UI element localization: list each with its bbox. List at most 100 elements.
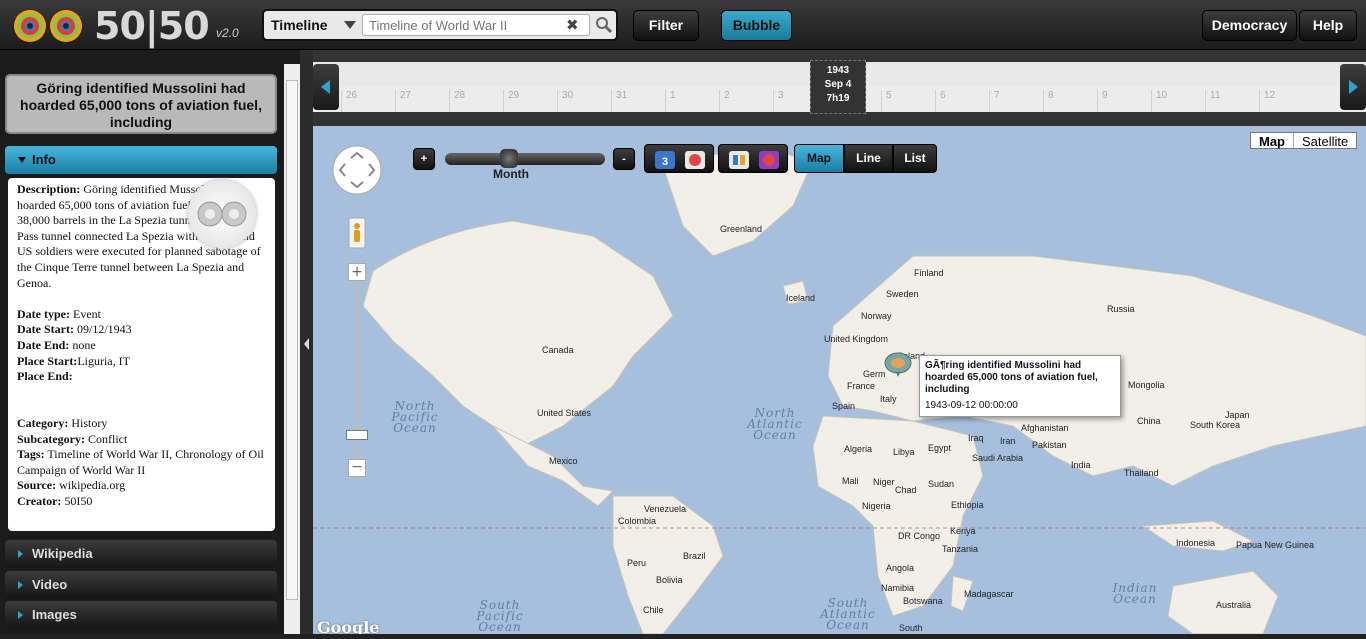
timeline-current-marker[interactable]: 1943 Sep 4 7h19 xyxy=(810,60,866,114)
category-select[interactable]: Timeline xyxy=(266,13,360,37)
zoom-out-icon[interactable]: − xyxy=(348,459,366,477)
pegman-icon[interactable] xyxy=(348,217,366,249)
bubble-button[interactable]: Bubble xyxy=(721,10,792,41)
accordion-wikipedia-label: Wikipedia xyxy=(32,546,93,561)
map-type-satellite[interactable]: Satellite xyxy=(1293,133,1356,149)
date-end-label: Date End: xyxy=(17,337,70,352)
category-row: Category: History xyxy=(17,416,266,432)
expand-arrow-icon xyxy=(18,581,23,589)
panel-scrollbar[interactable] xyxy=(284,64,300,634)
logo-text: 50|50 xyxy=(94,4,210,48)
panel-resize-handle[interactable] xyxy=(300,50,313,634)
accordion-video[interactable]: Video xyxy=(5,571,277,599)
search-bar: Timeline ✖ xyxy=(262,9,618,41)
timeline-tick: 29 xyxy=(503,90,557,112)
country-label: Canada xyxy=(542,345,574,355)
timescale-zoom-in-button[interactable]: + xyxy=(413,148,435,170)
timeline-tick: 12 xyxy=(1259,90,1313,112)
country-label: Iceland xyxy=(786,293,816,303)
country-label: United States xyxy=(537,408,592,418)
tags-row: Tags: Timeline of World War II, Chronolo… xyxy=(17,447,266,478)
accordion-info[interactable]: Info xyxy=(5,146,277,174)
zoom-slider[interactable]: + − xyxy=(346,263,368,477)
democracy-button[interactable]: Democracy xyxy=(1202,10,1297,41)
tags-label: Tags: xyxy=(17,447,45,462)
filter-button[interactable]: Filter xyxy=(633,10,699,41)
accordion-wikipedia[interactable]: Wikipedia xyxy=(5,540,277,568)
map-type-map[interactable]: Map xyxy=(1251,133,1293,149)
date-start-value: 09/12/1943 xyxy=(76,322,132,337)
timescale-slider-thumb[interactable] xyxy=(500,149,518,168)
timeline-tick: 11 xyxy=(1205,90,1259,112)
timeline-tick: 5 xyxy=(881,90,935,112)
country-label: India xyxy=(1071,460,1091,470)
clear-icon[interactable]: ✖ xyxy=(566,16,579,34)
place-start-row: Place Start:Liguria, IT xyxy=(17,354,266,370)
country-label: DR Congo xyxy=(898,531,941,541)
country-label: Spain xyxy=(832,401,856,411)
event-popup[interactable]: GÃ¶ring identified Mussolini had hoarded… xyxy=(919,355,1121,417)
view-list-button[interactable]: List xyxy=(893,144,937,173)
event-detail-panel: Göring identified Mussolini had hoarded … xyxy=(0,50,300,634)
country-label: Peru xyxy=(627,558,647,568)
zoom-in-icon[interactable]: + xyxy=(348,263,366,281)
timeline-tick: 9 xyxy=(1097,90,1151,112)
country-label: United Kingdom xyxy=(824,334,889,344)
country-label: Mexico xyxy=(549,456,578,466)
share-icons: 3 xyxy=(655,151,705,169)
country-label: Afghanistan xyxy=(1021,423,1069,433)
arrow-left-icon xyxy=(321,80,330,94)
country-label: Mali xyxy=(842,476,859,486)
country-label: Japan xyxy=(1225,410,1250,420)
view-line-button[interactable]: Line xyxy=(844,144,893,173)
tags-value: Timeline of World War II, Chronology of … xyxy=(17,447,264,477)
view-map-button[interactable]: Map xyxy=(794,144,844,173)
arrow-right-icon xyxy=(1349,80,1358,94)
date-end-value: none xyxy=(72,337,96,352)
country-label: Ethiopia xyxy=(951,500,984,510)
world-map[interactable]: Map Satellite + − + - Month 3 Map Line L… xyxy=(313,126,1366,634)
date-start-row: Date Start: 09/12/1943 xyxy=(17,322,266,338)
event-marker-icon[interactable] xyxy=(884,351,914,377)
search-icon[interactable] xyxy=(594,15,614,35)
country-label: France xyxy=(847,381,876,391)
date-start-label: Date Start: xyxy=(17,322,74,337)
creator-label: Creator: xyxy=(17,493,62,508)
timeline-strip[interactable]: 262728293031123456789101112 1943 Sep 4 7… xyxy=(313,50,1366,126)
export-button-group xyxy=(718,144,788,173)
search-input[interactable] xyxy=(362,14,590,36)
timeline-tick: 28 xyxy=(449,90,503,112)
country-label: Saudi Arabia xyxy=(972,453,1024,463)
map-landmass xyxy=(313,145,1366,634)
scrollbar-thumb[interactable] xyxy=(286,80,298,600)
country-label: Sweden xyxy=(886,289,919,299)
category-gears-icon xyxy=(188,180,256,248)
category-value: History xyxy=(71,415,108,430)
zoom-slider-thumb[interactable] xyxy=(346,430,368,440)
timeline-tick: 10 xyxy=(1151,90,1205,112)
help-button[interactable]: Help xyxy=(1299,10,1357,41)
popup-title: GÃ¶ring identified Mussolini had hoarded… xyxy=(925,360,1098,395)
timescale-slider[interactable] xyxy=(445,149,605,168)
country-label: Germ xyxy=(863,369,886,379)
timescale-zoom-out-button[interactable]: - xyxy=(613,148,635,170)
collapse-panel-icon[interactable] xyxy=(300,50,313,634)
country-label: Sudan xyxy=(928,479,955,489)
country-label: Brazil xyxy=(683,551,706,561)
marker-time: 7h19 xyxy=(826,93,850,104)
country-label: Russia xyxy=(1107,304,1135,314)
country-label: Pakistan xyxy=(1032,440,1067,450)
timeline-next-button[interactable] xyxy=(1340,64,1366,110)
event-title: Göring identified Mussolini had hoarded … xyxy=(5,74,277,134)
country-label: Greenland xyxy=(720,224,763,234)
accordion-images[interactable]: Images xyxy=(5,601,277,629)
country-label: Namibia xyxy=(881,583,915,593)
country-label: Australia xyxy=(1216,600,1252,610)
export-icons xyxy=(729,151,779,169)
country-label: Egypt xyxy=(928,443,952,453)
timeline-prev-button[interactable] xyxy=(313,64,339,110)
pan-control-icon[interactable] xyxy=(331,144,383,196)
country-label: Indonesia xyxy=(1176,538,1216,548)
country-label: Chile xyxy=(643,605,664,615)
country-label: South xyxy=(899,623,923,633)
